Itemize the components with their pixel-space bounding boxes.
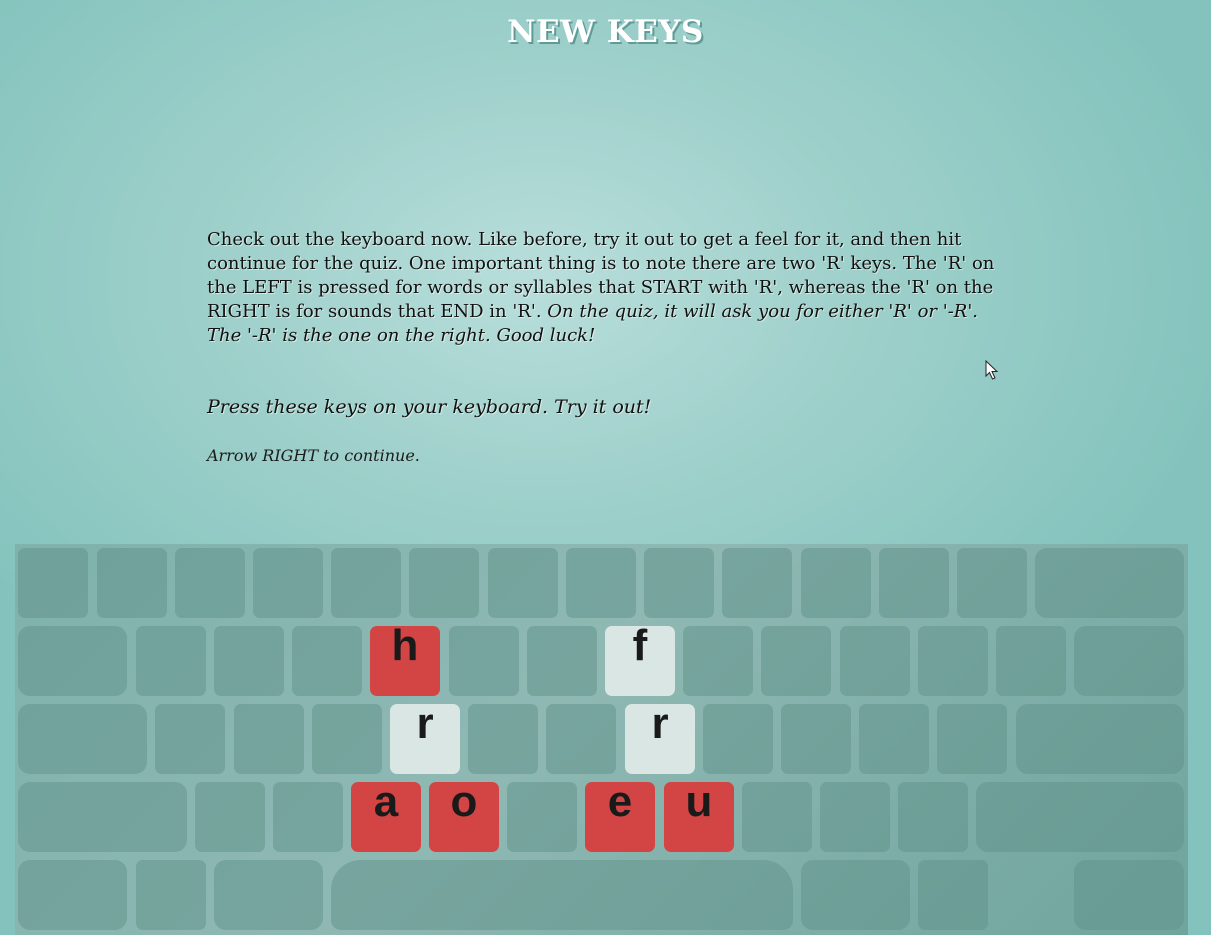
key-label: e <box>607 777 633 826</box>
keyboard-key[interactable] <box>97 548 167 618</box>
key-r-left[interactable]: r <box>390 699 460 774</box>
keyboard-key[interactable] <box>820 782 890 852</box>
keyboard-key[interactable] <box>801 860 910 930</box>
keyboard-key[interactable] <box>703 704 773 774</box>
keyboard-key[interactable] <box>898 782 968 852</box>
keyboard-key[interactable] <box>840 626 910 696</box>
keyboard-key[interactable] <box>1074 860 1184 930</box>
keyboard-key[interactable] <box>253 548 323 618</box>
keyboard-key[interactable] <box>742 782 812 852</box>
key-label: o <box>450 777 478 826</box>
key-f[interactable]: f <box>605 621 675 696</box>
keyboard-key[interactable] <box>409 548 479 618</box>
keyboard-key[interactable] <box>1074 626 1184 696</box>
key-e[interactable]: e <box>585 777 655 852</box>
keyboard-key[interactable] <box>214 860 323 930</box>
key-label: a <box>373 777 399 826</box>
key-u[interactable]: u <box>664 777 734 852</box>
key-label: f <box>632 621 648 670</box>
key-h[interactable]: h <box>370 621 440 696</box>
keyboard-key[interactable] <box>996 626 1066 696</box>
page-title: NEW KEYS <box>507 14 704 50</box>
instructions-paragraph: Check out the keyboard now. Like before,… <box>207 228 997 348</box>
keyboard-key[interactable] <box>918 860 988 930</box>
try-it-prompt: Press these keys on your keyboard. Try i… <box>207 396 652 418</box>
keyboard-key[interactable] <box>449 626 519 696</box>
key-label: r <box>416 699 434 748</box>
keyboard-key[interactable] <box>859 704 929 774</box>
keyboard-key[interactable] <box>155 704 225 774</box>
steno-keyboard: h f r r a o e u <box>15 544 1188 935</box>
key-a[interactable]: a <box>351 777 421 852</box>
keyboard-key[interactable] <box>214 626 284 696</box>
keyboard-key[interactable] <box>527 626 597 696</box>
keyboard-key[interactable] <box>644 548 714 618</box>
keyboard-key[interactable] <box>781 704 851 774</box>
keyboard-key[interactable] <box>331 548 401 618</box>
keyboard-key[interactable] <box>18 548 88 618</box>
keyboard-key[interactable] <box>937 704 1007 774</box>
keyboard-key[interactable] <box>136 626 206 696</box>
keyboard-key[interactable] <box>468 704 538 774</box>
key-r-right[interactable]: r <box>625 699 695 774</box>
keyboard-key[interactable] <box>976 782 1184 852</box>
key-label: r <box>651 699 669 748</box>
keyboard-key[interactable] <box>136 860 206 930</box>
keyboard-key[interactable] <box>957 548 1027 618</box>
keyboard-key[interactable] <box>234 704 304 774</box>
keyboard-key[interactable] <box>507 782 577 852</box>
keyboard-key[interactable] <box>312 704 382 774</box>
spacebar-key[interactable] <box>331 860 793 930</box>
keyboard-key[interactable] <box>292 626 362 696</box>
keyboard-key[interactable] <box>488 548 558 618</box>
keyboard-key[interactable] <box>566 548 636 618</box>
keyboard-key[interactable] <box>1035 548 1184 618</box>
keyboard-key[interactable] <box>18 860 127 930</box>
key-o[interactable]: o <box>429 777 499 852</box>
keyboard-key[interactable] <box>761 626 831 696</box>
keyboard-key[interactable] <box>683 626 753 696</box>
keyboard-key[interactable] <box>1016 704 1184 774</box>
keyboard-key[interactable] <box>273 782 343 852</box>
keyboard-key[interactable] <box>18 782 187 852</box>
keyboard-key[interactable] <box>18 626 127 696</box>
key-label: h <box>391 621 419 670</box>
keyboard-key[interactable] <box>722 548 792 618</box>
keyboard-key[interactable] <box>879 548 949 618</box>
keyboard-key[interactable] <box>175 548 245 618</box>
keyboard-key[interactable] <box>195 782 265 852</box>
keyboard-key[interactable] <box>18 704 147 774</box>
keyboard-key[interactable] <box>918 626 988 696</box>
keyboard-key[interactable] <box>546 704 616 774</box>
keyboard-key[interactable] <box>801 548 871 618</box>
mouse-cursor-icon <box>985 360 999 380</box>
key-label: u <box>685 777 713 826</box>
continue-hint: Arrow RIGHT to continue. <box>207 446 420 465</box>
